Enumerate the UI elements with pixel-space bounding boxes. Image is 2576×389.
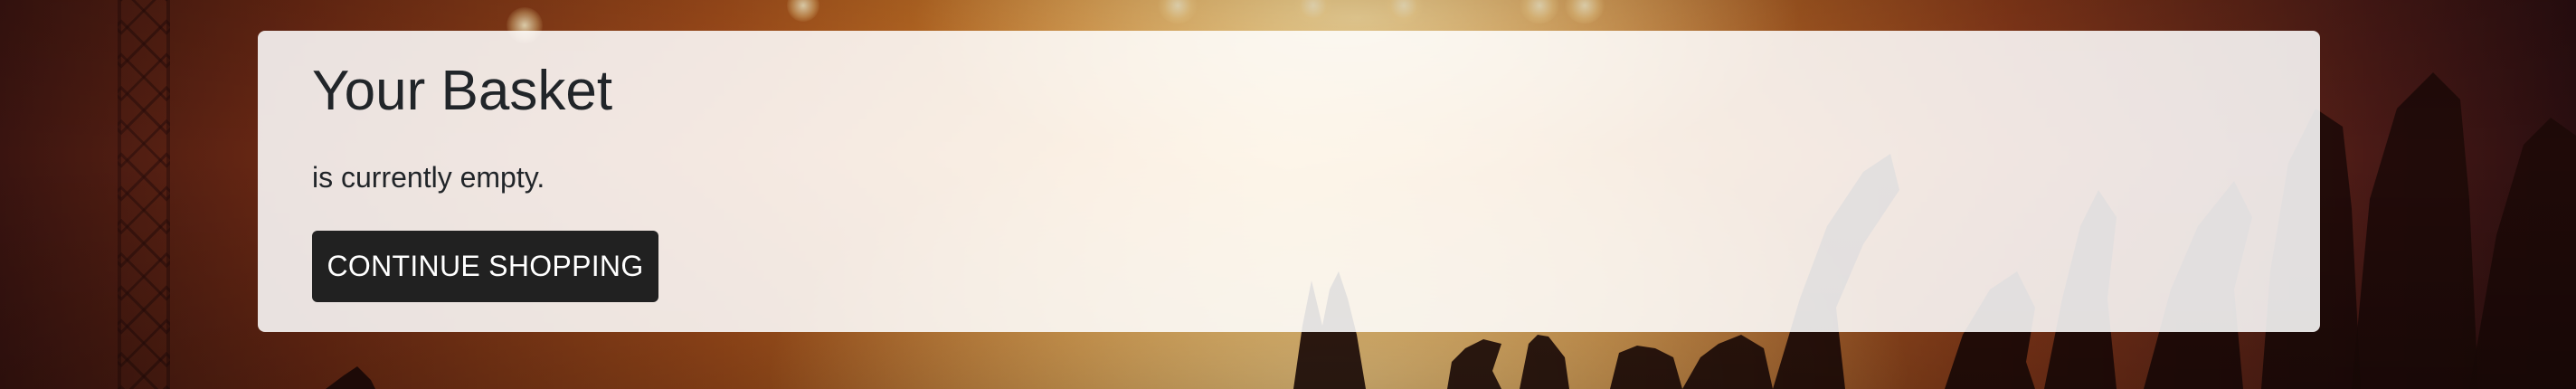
continue-shopping-button[interactable]: CONTINUE SHOPPING xyxy=(312,231,658,302)
empty-basket-message: is currently empty. xyxy=(312,161,545,194)
page-title: Your Basket xyxy=(312,60,613,122)
basket-panel: Your Basket is currently empty. CONTINUE… xyxy=(258,31,2320,332)
